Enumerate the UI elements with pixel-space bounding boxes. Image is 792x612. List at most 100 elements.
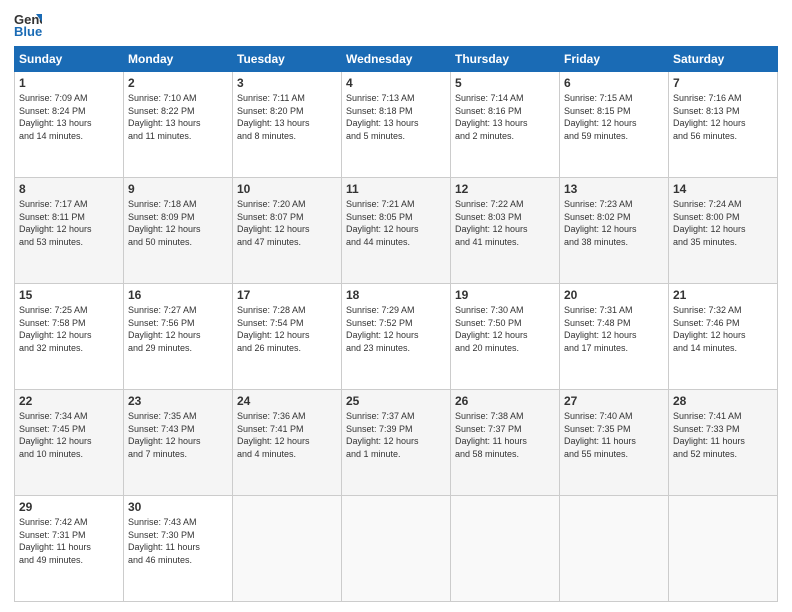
calendar-cell: 19 Sunrise: 7:30 AMSunset: 7:50 PMDayligh…: [451, 284, 560, 390]
day-info: Sunrise: 7:20 AMSunset: 8:07 PMDaylight:…: [237, 198, 337, 248]
calendar-cell: 29 Sunrise: 7:42 AMSunset: 7:31 PMDayligh…: [15, 496, 124, 602]
day-info: Sunrise: 7:42 AMSunset: 7:31 PMDaylight:…: [19, 516, 119, 566]
day-number: 12: [455, 182, 555, 196]
day-number: 1: [19, 76, 119, 90]
calendar-cell: [669, 496, 778, 602]
calendar-cell: 28 Sunrise: 7:41 AMSunset: 7:33 PMDayligh…: [669, 390, 778, 496]
day-number: 23: [128, 394, 228, 408]
day-info: Sunrise: 7:10 AMSunset: 8:22 PMDaylight:…: [128, 92, 228, 142]
calendar-cell: 13 Sunrise: 7:23 AMSunset: 8:02 PMDayligh…: [560, 178, 669, 284]
calendar-cell: [233, 496, 342, 602]
weekday-header-friday: Friday: [560, 47, 669, 72]
day-number: 3: [237, 76, 337, 90]
weekday-header-saturday: Saturday: [669, 47, 778, 72]
day-number: 24: [237, 394, 337, 408]
day-number: 11: [346, 182, 446, 196]
day-number: 7: [673, 76, 773, 90]
calendar-header-row: SundayMondayTuesdayWednesdayThursdayFrid…: [15, 47, 778, 72]
day-number: 29: [19, 500, 119, 514]
calendar-cell: 30 Sunrise: 7:43 AMSunset: 7:30 PMDayligh…: [124, 496, 233, 602]
day-number: 2: [128, 76, 228, 90]
logo-icon: General Blue: [14, 10, 42, 38]
day-number: 10: [237, 182, 337, 196]
calendar-cell: 9 Sunrise: 7:18 AMSunset: 8:09 PMDaylight…: [124, 178, 233, 284]
calendar-table: SundayMondayTuesdayWednesdayThursdayFrid…: [14, 46, 778, 602]
day-info: Sunrise: 7:36 AMSunset: 7:41 PMDaylight:…: [237, 410, 337, 460]
calendar-week-row: 15Sunrise: 7:25 AMSunset: 7:58 PMDayligh…: [15, 284, 778, 390]
day-number: 20: [564, 288, 664, 302]
day-info: Sunrise: 7:29 AMSunset: 7:52 PMDaylight:…: [346, 304, 446, 354]
day-number: 30: [128, 500, 228, 514]
day-number: 18: [346, 288, 446, 302]
calendar-cell: 10 Sunrise: 7:20 AMSunset: 8:07 PMDayligh…: [233, 178, 342, 284]
weekday-header-sunday: Sunday: [15, 47, 124, 72]
calendar-cell: 2 Sunrise: 7:10 AMSunset: 8:22 PMDaylight…: [124, 72, 233, 178]
calendar-cell: 15Sunrise: 7:25 AMSunset: 7:58 PMDayligh…: [15, 284, 124, 390]
calendar-week-row: 8Sunrise: 7:17 AMSunset: 8:11 PMDaylight…: [15, 178, 778, 284]
weekday-header-thursday: Thursday: [451, 47, 560, 72]
day-info: Sunrise: 7:22 AMSunset: 8:03 PMDaylight:…: [455, 198, 555, 248]
svg-text:Blue: Blue: [14, 24, 42, 38]
calendar-cell: 12 Sunrise: 7:22 AMSunset: 8:03 PMDayligh…: [451, 178, 560, 284]
day-number: 13: [564, 182, 664, 196]
day-number: 22: [19, 394, 119, 408]
calendar-cell: 21Sunrise: 7:32 AMSunset: 7:46 PMDayligh…: [669, 284, 778, 390]
day-info: Sunrise: 7:28 AMSunset: 7:54 PMDaylight:…: [237, 304, 337, 354]
calendar-cell: 26 Sunrise: 7:38 AMSunset: 7:37 PMDayligh…: [451, 390, 560, 496]
day-number: 27: [564, 394, 664, 408]
day-number: 9: [128, 182, 228, 196]
day-info: Sunrise: 7:43 AMSunset: 7:30 PMDaylight:…: [128, 516, 228, 566]
calendar-cell: 18 Sunrise: 7:29 AMSunset: 7:52 PMDayligh…: [342, 284, 451, 390]
calendar-week-row: 22 Sunrise: 7:34 AMSunset: 7:45 PMDayligh…: [15, 390, 778, 496]
calendar-cell: 16 Sunrise: 7:27 AMSunset: 7:56 PMDayligh…: [124, 284, 233, 390]
day-number: 16: [128, 288, 228, 302]
day-info: Sunrise: 7:31 AMSunset: 7:48 PMDaylight:…: [564, 304, 664, 354]
day-number: 6: [564, 76, 664, 90]
day-number: 17: [237, 288, 337, 302]
day-number: 14: [673, 182, 773, 196]
calendar-cell: 3 Sunrise: 7:11 AMSunset: 8:20 PMDaylight…: [233, 72, 342, 178]
day-info: Sunrise: 7:38 AMSunset: 7:37 PMDaylight:…: [455, 410, 555, 460]
day-number: 8: [19, 182, 119, 196]
day-info: Sunrise: 7:11 AMSunset: 8:20 PMDaylight:…: [237, 92, 337, 142]
calendar-cell: 17 Sunrise: 7:28 AMSunset: 7:54 PMDayligh…: [233, 284, 342, 390]
calendar-cell: 6 Sunrise: 7:15 AMSunset: 8:15 PMDaylight…: [560, 72, 669, 178]
day-info: Sunrise: 7:18 AMSunset: 8:09 PMDaylight:…: [128, 198, 228, 248]
day-info: Sunrise: 7:24 AMSunset: 8:00 PMDaylight:…: [673, 198, 773, 248]
calendar-cell: 5Sunrise: 7:14 AMSunset: 8:16 PMDaylight…: [451, 72, 560, 178]
day-number: 15: [19, 288, 119, 302]
calendar-week-row: 1 Sunrise: 7:09 AMSunset: 8:24 PMDaylight…: [15, 72, 778, 178]
calendar-cell: 24 Sunrise: 7:36 AMSunset: 7:41 PMDayligh…: [233, 390, 342, 496]
day-info: Sunrise: 7:34 AMSunset: 7:45 PMDaylight:…: [19, 410, 119, 460]
day-number: 19: [455, 288, 555, 302]
day-info: Sunrise: 7:27 AMSunset: 7:56 PMDaylight:…: [128, 304, 228, 354]
day-info: Sunrise: 7:41 AMSunset: 7:33 PMDaylight:…: [673, 410, 773, 460]
calendar-cell: 27 Sunrise: 7:40 AMSunset: 7:35 PMDayligh…: [560, 390, 669, 496]
page-header: General Blue: [14, 10, 778, 38]
logo: General Blue: [14, 10, 46, 38]
day-info: Sunrise: 7:32 AMSunset: 7:46 PMDaylight:…: [673, 304, 773, 354]
day-number: 5: [455, 76, 555, 90]
day-info: Sunrise: 7:35 AMSunset: 7:43 PMDaylight:…: [128, 410, 228, 460]
day-info: Sunrise: 7:30 AMSunset: 7:50 PMDaylight:…: [455, 304, 555, 354]
day-number: 26: [455, 394, 555, 408]
day-number: 4: [346, 76, 446, 90]
day-info: Sunrise: 7:09 AMSunset: 8:24 PMDaylight:…: [19, 92, 119, 142]
calendar-cell: 14 Sunrise: 7:24 AMSunset: 8:00 PMDayligh…: [669, 178, 778, 284]
calendar-cell: 22 Sunrise: 7:34 AMSunset: 7:45 PMDayligh…: [15, 390, 124, 496]
calendar-cell: 7Sunrise: 7:16 AMSunset: 8:13 PMDaylight…: [669, 72, 778, 178]
day-info: Sunrise: 7:40 AMSunset: 7:35 PMDaylight:…: [564, 410, 664, 460]
day-info: Sunrise: 7:23 AMSunset: 8:02 PMDaylight:…: [564, 198, 664, 248]
day-info: Sunrise: 7:37 AMSunset: 7:39 PMDaylight:…: [346, 410, 446, 460]
calendar-cell: 4 Sunrise: 7:13 AMSunset: 8:18 PMDaylight…: [342, 72, 451, 178]
calendar-week-row: 29 Sunrise: 7:42 AMSunset: 7:31 PMDayligh…: [15, 496, 778, 602]
calendar-cell: 1 Sunrise: 7:09 AMSunset: 8:24 PMDaylight…: [15, 72, 124, 178]
calendar-cell: [560, 496, 669, 602]
calendar-cell: 25Sunrise: 7:37 AMSunset: 7:39 PMDayligh…: [342, 390, 451, 496]
day-info: Sunrise: 7:15 AMSunset: 8:15 PMDaylight:…: [564, 92, 664, 142]
day-info: Sunrise: 7:13 AMSunset: 8:18 PMDaylight:…: [346, 92, 446, 142]
day-number: 28: [673, 394, 773, 408]
calendar-cell: [451, 496, 560, 602]
calendar-cell: [342, 496, 451, 602]
weekday-header-tuesday: Tuesday: [233, 47, 342, 72]
